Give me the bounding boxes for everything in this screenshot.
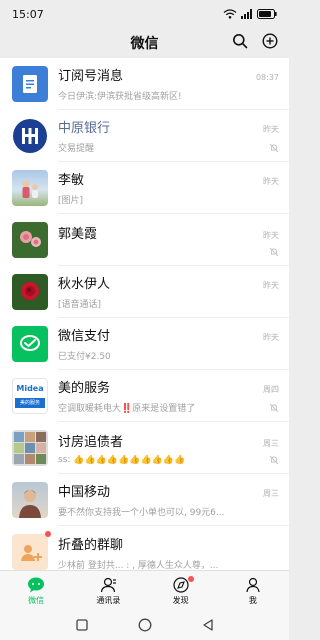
- chat-preview: 少林前 登封共... : , 厚德人生众人尊，...: [58, 560, 219, 571]
- compass-icon: [173, 576, 189, 593]
- red-rose-icon: [21, 282, 39, 300]
- chat-time: 昨天: [263, 177, 279, 186]
- page-title: 微信: [130, 36, 159, 52]
- chat-time: 昨天: [263, 281, 279, 290]
- avatar: [12, 222, 48, 258]
- tab-chats[interactable]: 微信: [0, 571, 72, 611]
- chat-preview: 已支付¥2.50: [58, 352, 111, 362]
- chat-preview: [语音通话]: [58, 300, 102, 310]
- chat-name: 美的服务: [58, 381, 111, 396]
- recents-square-icon[interactable]: [75, 619, 88, 631]
- chat-bubble-icon: [28, 577, 45, 592]
- chat-preview: 交易提醒: [58, 144, 95, 154]
- avatar: [12, 482, 48, 518]
- avatar: [12, 531, 51, 570]
- tab-me[interactable]: 我: [217, 571, 289, 611]
- rose-photo-icon: [20, 231, 41, 247]
- avatar: Midea 美的服务: [12, 378, 48, 414]
- bank-logo-icon: [13, 119, 47, 153]
- chat-preview: [图片]: [58, 196, 84, 206]
- mute-bell-icon: [269, 403, 279, 412]
- chat-name: 中国移动: [58, 485, 111, 500]
- tab-label: 微信: [28, 595, 45, 605]
- bottom-tab-bar: 微信 通讯录 发现 我: [0, 570, 289, 611]
- avatar: [12, 326, 48, 362]
- battery-icon: [257, 9, 277, 19]
- chat-name: 中原银行: [58, 121, 111, 136]
- chat-preview: 空调取暖耗电大‼️原来是设置错了: [58, 404, 196, 414]
- chat-list: 订阅号消息 08:37 今日伊滨:伊滨获批省级高新区! 中原银行 昨天 交易提醒…: [0, 58, 289, 570]
- midea-logo-band: 美的服务: [15, 398, 45, 408]
- mute-bell-icon: [269, 455, 279, 464]
- chat-name: 郭美霞: [58, 226, 98, 242]
- contacts-icon: [101, 577, 117, 592]
- search-button[interactable]: [231, 32, 249, 50]
- discover-badge: [187, 576, 194, 582]
- add-button[interactable]: [261, 32, 279, 50]
- chat-time: 昨天: [263, 333, 279, 342]
- chat-item-zhongyuan-bank[interactable]: 中原银行 昨天 交易提醒: [0, 110, 289, 162]
- chat-preview: 要不然你支持我一个小单也可以, 99元6...: [58, 508, 225, 518]
- group-grid-icon: [14, 432, 46, 464]
- chat-time: 周三: [263, 489, 279, 498]
- group-avatar: [12, 430, 48, 466]
- folded-group-icon: [21, 545, 42, 561]
- avatar: [12, 66, 48, 102]
- chat-name: 订阅号消息: [58, 69, 124, 84]
- signal-icon: [241, 9, 252, 19]
- chat-name: 李敏: [58, 173, 85, 188]
- tab-label: 发现: [172, 595, 189, 605]
- chat-item-folded-groups[interactable]: 折叠的群聊 少林前 登封共... : , 厚德人生众人尊，...: [0, 526, 289, 570]
- chat-time: 08:37: [255, 73, 279, 82]
- home-circle-icon[interactable]: [138, 618, 152, 632]
- chat-name: 讨房追债者: [58, 434, 124, 450]
- plus-circle-icon: [262, 33, 278, 49]
- system-nav-bar: [0, 610, 289, 640]
- wifi-icon: [223, 9, 237, 19]
- photo-people-icon: [22, 180, 38, 198]
- unread-dot: [45, 531, 51, 537]
- chat-name: 折叠的群聊: [58, 537, 124, 553]
- tab-contacts[interactable]: 通讯录: [72, 571, 144, 611]
- document-icon: [23, 75, 37, 93]
- chat-name: 秋水伊人: [58, 277, 111, 292]
- chat-item-group-creditors[interactable]: 讨房追债者 周三 ss: 👍👍👍👍👍👍👍👍👍👍: [0, 422, 289, 474]
- avatar: [12, 170, 48, 206]
- tab-discover[interactable]: 发现: [145, 571, 217, 611]
- status-time: 15:07: [12, 7, 44, 21]
- tab-label: 通讯录: [96, 595, 121, 605]
- chat-item-midea-service[interactable]: Midea 美的服务 美的服务 周四 空调取暖耗电大‼️原来是设置错了: [0, 370, 289, 422]
- chat-item-china-mobile[interactable]: 中国移动 周三 要不然你支持我一个小单也可以, 99元6...: [0, 474, 289, 526]
- avatar: [12, 274, 48, 310]
- mute-bell-icon: [269, 143, 279, 152]
- status-bar: 15:07: [0, 0, 289, 28]
- person-icon: [246, 577, 260, 592]
- back-triangle-icon[interactable]: [202, 619, 214, 631]
- tab-label: 我: [248, 595, 257, 605]
- chat-time: 周四: [263, 385, 279, 394]
- chat-item-subscriptions[interactable]: 订阅号消息 08:37 今日伊滨:伊滨获批省级高新区!: [0, 58, 289, 110]
- chat-item-qiushui-yiren[interactable]: 秋水伊人 昨天 [语音通话]: [0, 266, 289, 318]
- search-icon: [233, 34, 248, 49]
- status-icons: [223, 9, 277, 19]
- chat-item-guo-meixia[interactable]: 郭美霞 昨天: [0, 214, 289, 266]
- chat-item-li-min[interactable]: 李敏 昨天 [图片]: [0, 162, 289, 214]
- midea-logo: Midea: [16, 384, 44, 393]
- chat-item-wechat-pay[interactable]: 微信支付 昨天 已支付¥2.50: [0, 318, 289, 370]
- app-header: 微信: [0, 28, 289, 58]
- chat-time: 昨天: [263, 230, 279, 240]
- mute-bell-icon: [269, 247, 279, 256]
- chat-time: 周三: [263, 438, 279, 448]
- wechat-pay-icon: [20, 335, 40, 351]
- chat-preview: ss: 👍👍👍👍👍👍👍👍👍👍: [58, 454, 186, 465]
- chat-name: 微信支付: [58, 329, 111, 344]
- chat-preview: 今日伊滨:伊滨获批省级高新区!: [58, 92, 182, 102]
- chat-time: 昨天: [263, 125, 279, 134]
- person-photo-icon: [19, 490, 41, 518]
- avatar: [12, 118, 48, 154]
